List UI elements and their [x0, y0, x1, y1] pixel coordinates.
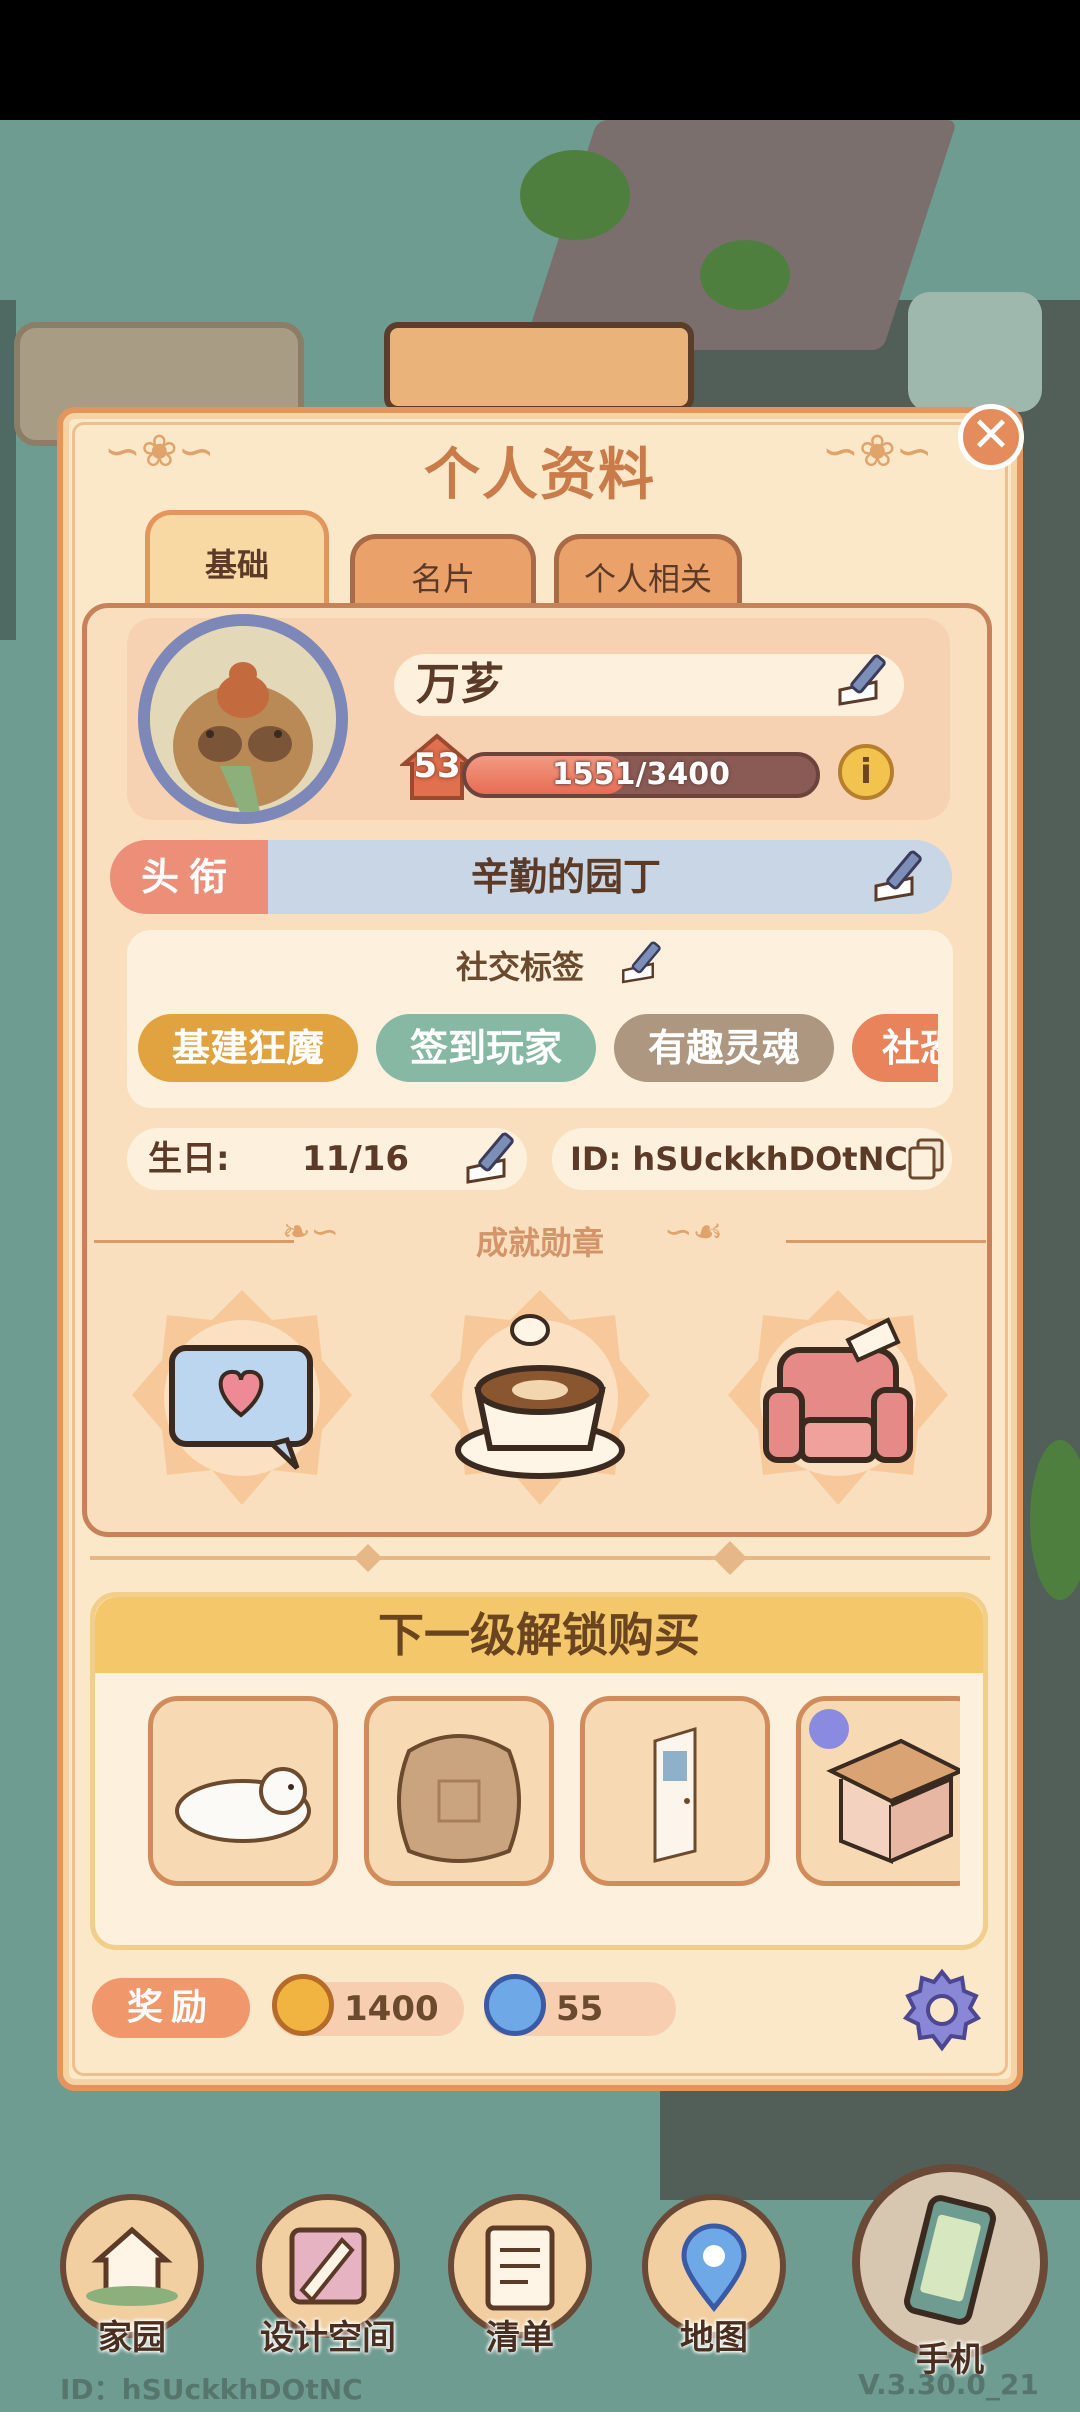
- phone-icon: [904, 2195, 996, 2325]
- info-button[interactable]: i: [838, 744, 894, 800]
- avatar[interactable]: [150, 626, 336, 812]
- achievement-divider-right: [786, 1240, 986, 1243]
- capybara-avatar-icon: [150, 626, 336, 812]
- nav-design-label: 设计空间: [260, 2318, 396, 2358]
- side-table-icon: [809, 1709, 960, 1864]
- title-value: 辛勤的园丁: [470, 855, 661, 899]
- copy-id-icon[interactable]: [908, 1138, 944, 1180]
- background-weather-card[interactable]: [384, 322, 694, 412]
- social-tag[interactable]: 签到玩家: [376, 1014, 596, 1082]
- tab-basic[interactable]: 基础: [145, 510, 329, 614]
- swirl-gem-icon: [484, 1974, 546, 2036]
- chat-heart-icon[interactable]: [122, 1280, 362, 1520]
- nav-map-label: 地图: [680, 2318, 748, 2358]
- background-bush: [520, 150, 630, 240]
- edit-name-pencil-icon[interactable]: [836, 646, 902, 706]
- nav-home-label: 家园: [98, 2318, 166, 2358]
- background-bush: [700, 240, 790, 310]
- latte-coffee-icon[interactable]: [420, 1280, 660, 1520]
- reward-label: 奖励: [92, 1978, 250, 2038]
- background-announcement-button[interactable]: [908, 292, 1042, 412]
- edit-tags-pencil-icon[interactable]: [620, 934, 674, 984]
- achievement-swirl-left: ❧∽: [282, 1212, 339, 1252]
- status-bar: [0, 0, 1080, 120]
- edit-title-pencil-icon[interactable]: [872, 842, 938, 902]
- achievement-swirl-right: ∽☙: [664, 1212, 723, 1252]
- unlock-items-list: [146, 1694, 960, 1894]
- social-tag[interactable]: 社恐: [852, 1014, 938, 1082]
- left-swirl-ornament: ∽❀∽: [104, 426, 215, 477]
- social-tags-list: 基建狂魔 签到玩家 有趣灵魂 社恐: [138, 1014, 938, 1082]
- nav-phone-button[interactable]: [852, 2164, 1048, 2360]
- next-level-unlock-title: 下一级解锁购买: [95, 1597, 983, 1673]
- xp-progress-text: 1551/3400: [552, 757, 730, 792]
- nav-list-label: 清单: [486, 2318, 554, 2358]
- achievements-title: 成就勋章: [475, 1224, 604, 1262]
- door-icon: [653, 1726, 697, 1863]
- player-name-field: 万芗: [394, 654, 904, 716]
- unlock-item[interactable]: [148, 1696, 338, 1886]
- panel-title: 个人资料: [424, 443, 656, 508]
- birthday-value: 11/16: [302, 1139, 410, 1179]
- settings-gear-icon[interactable]: [898, 1966, 986, 2054]
- polar-bear-rug-icon: [175, 1767, 311, 1843]
- footer-player-id: ID：hSUckkhDOtNC: [60, 2373, 363, 2406]
- unlock-item[interactable]: [580, 1696, 770, 1886]
- achievement-divider-left: [94, 1240, 294, 1243]
- coin-icon: [272, 1974, 334, 2036]
- social-tags-header: 社交标签: [455, 948, 584, 986]
- social-tag[interactable]: 有趣灵魂: [614, 1014, 834, 1082]
- cushion-icon: [397, 1734, 521, 1863]
- edit-birthday-pencil-icon[interactable]: [464, 1124, 530, 1184]
- gem-reward-amount: 55: [556, 1989, 604, 2029]
- armchair-icon[interactable]: [718, 1280, 958, 1520]
- close-button[interactable]: ✕: [958, 404, 1024, 470]
- unlock-item[interactable]: [796, 1696, 960, 1886]
- birthday-label: 生日:: [148, 1139, 230, 1179]
- coin-reward-amount: 1400: [344, 1989, 439, 2029]
- section-separator: [90, 1556, 990, 1560]
- player-id-text: ID: hSUckkhDOtNC: [570, 1140, 908, 1178]
- right-swirl-ornament: ∽❀∽: [822, 426, 933, 477]
- unlock-item[interactable]: [364, 1696, 554, 1886]
- footer-version: V.3.30.0_21: [858, 2368, 1039, 2401]
- social-tag[interactable]: 基建狂魔: [138, 1014, 358, 1082]
- title-label: 头衔: [110, 840, 268, 914]
